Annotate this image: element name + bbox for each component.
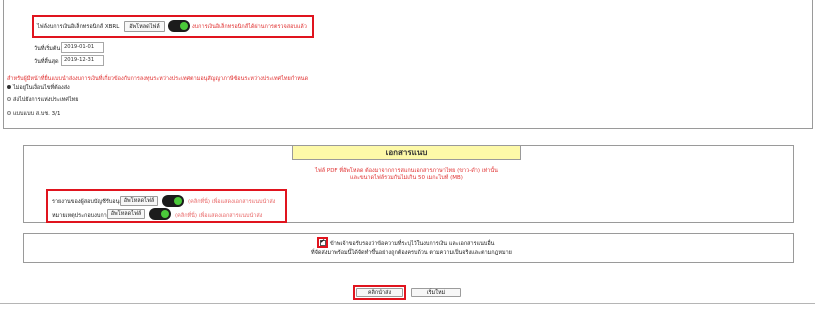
toggle-on-icon — [161, 210, 169, 218]
end-date-field[interactable]: 2019-12-31 — [61, 55, 104, 66]
auditor-report-toggle[interactable] — [162, 195, 184, 207]
page-bottom-border — [0, 303, 815, 304]
confirm-panel — [23, 233, 794, 263]
toggle-on-icon — [174, 197, 182, 205]
submit-button[interactable]: คลิกนำส่ง — [356, 288, 403, 297]
notes-upload-button[interactable]: อัพโหลดไฟล์ — [107, 209, 145, 219]
confirm-line-2: ที่จัดส่งมาพร้อมนี้ได้จัดทำขึ้นอย่างถูกต… — [311, 250, 512, 256]
kbrl-note: งบการเงินอิเล็กทรอนิกส์ได้ผ่านการตรวจสอบ… — [192, 24, 307, 30]
radio-label-form: แบบแบบ ส.บช. 3/1 — [13, 111, 61, 117]
radio-not-required[interactable] — [7, 85, 11, 89]
confirm-checkbox[interactable]: ✔ — [320, 238, 326, 246]
start-date-label: วันที่เริ่มต้น — [34, 46, 61, 52]
toggle-on-icon — [180, 22, 188, 30]
confirm-line-1: ข้าพเจ้าขอรับรองว่าข้อความที่ระบุไว้ในงบ… — [330, 241, 495, 247]
radio-send-bot[interactable] — [7, 97, 11, 101]
attachments-note-2: และขนาดไฟล์รวมกันไม่เกิน 50 เมกะไบท์ (MB… — [350, 175, 463, 181]
radio-label-not-required: ไม่อยู่ในเงื่อนไขที่ต้องส่ง — [13, 85, 70, 91]
start-date-field[interactable]: 2019-01-01 — [61, 42, 104, 53]
notes-hint[interactable]: (คลิกที่นี่) เพื่อแสดงเอกสารแนบนำส่ง — [175, 212, 262, 220]
reset-button[interactable]: เริ่มใหม่ — [411, 288, 461, 297]
kbrl-toggle[interactable] — [168, 20, 190, 32]
auditor-report-hint[interactable]: (คลิกที่นี่) เพื่อแสดงเอกสารแนบนำส่ง — [188, 198, 275, 206]
notes-toggle[interactable] — [149, 208, 171, 220]
kbrl-label: ไฟล์งบการเงินอิเล็กทรอนิกส์ XBRL — [37, 24, 120, 30]
checkmark-icon: ✔ — [320, 238, 326, 245]
kbrl-upload-button[interactable]: อัพโหลดไฟล์ — [124, 21, 165, 32]
radio-label-send-bot: ส่งไปยังการแห่งประเทศไทย — [13, 97, 79, 103]
radio-form[interactable] — [7, 111, 11, 115]
branch-note: สำหรับผู้มีหน้าที่ยื่นแบบนำส่งงบการเงินท… — [7, 76, 309, 82]
end-date-label: วันที่สิ้นสุด — [34, 59, 59, 65]
attachments-title: เอกสารแนบ — [292, 145, 521, 160]
auditor-report-upload-button[interactable]: อัพโหลดไฟล์ — [120, 196, 158, 206]
